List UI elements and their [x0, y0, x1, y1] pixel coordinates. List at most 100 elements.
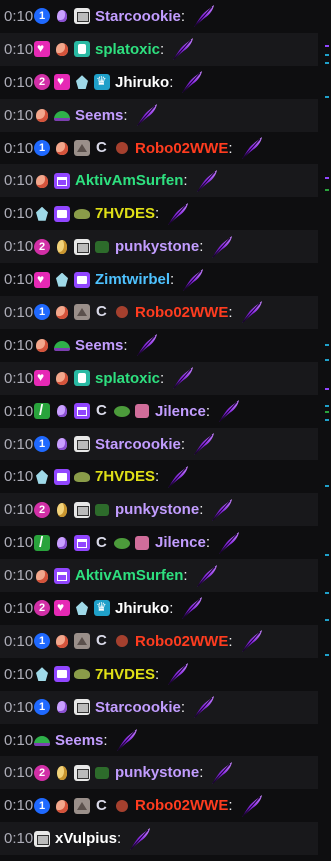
purple-feather-emote-icon[interactable]	[179, 69, 205, 95]
flame-badge-icon[interactable]	[54, 370, 70, 386]
heart-badge-icon[interactable]	[34, 271, 50, 288]
sub-tier-1-badge-icon[interactable]: 1	[34, 436, 50, 453]
chat-username[interactable]: Starcoookie	[95, 436, 181, 453]
heart-badge-icon[interactable]	[34, 41, 50, 58]
chat-username[interactable]: Zimtwirbel	[95, 271, 170, 288]
flame-badge-icon[interactable]	[54, 304, 70, 320]
hat-badge-icon[interactable]	[34, 732, 50, 748]
chat-username[interactable]: AktivAmSurfen	[75, 172, 183, 189]
chat-username[interactable]: AktivAmSurfen	[75, 567, 183, 584]
chat-username[interactable]: xVulpius	[55, 830, 117, 847]
monkey-badge-icon[interactable]	[134, 403, 150, 419]
purple-feather-emote-icon[interactable]	[165, 661, 191, 687]
scroll-mention-marker[interactable]	[325, 419, 329, 421]
scroll-mention-marker[interactable]	[325, 189, 329, 191]
robot-badge-icon[interactable]	[114, 140, 130, 156]
robot-badge-icon[interactable]	[114, 798, 130, 814]
chat-username[interactable]: 7HVDES	[95, 666, 155, 683]
frog-badge-icon[interactable]	[114, 403, 130, 419]
c-badge-icon[interactable]	[94, 797, 110, 814]
monkey-badge-icon[interactable]	[134, 535, 150, 551]
crown-badge-icon[interactable]	[94, 74, 110, 91]
flame-badge-icon[interactable]	[54, 41, 70, 57]
chat-username[interactable]: splatoxic	[95, 41, 160, 58]
purple-gem-badge-icon[interactable]	[54, 8, 70, 24]
prime-badge-icon[interactable]	[74, 271, 90, 288]
scroll-mention-marker[interactable]	[325, 45, 329, 47]
scroll-mention-marker[interactable]	[325, 388, 329, 390]
purple-feather-emote-icon[interactable]	[209, 497, 235, 523]
purple-feather-emote-icon[interactable]	[127, 826, 153, 852]
turtle-badge-icon[interactable]	[74, 206, 90, 222]
flame-badge-icon[interactable]	[54, 140, 70, 156]
purple-gem-badge-icon[interactable]	[54, 535, 70, 551]
scroll-mention-marker[interactable]	[325, 405, 329, 407]
chip-badge-icon[interactable]	[74, 436, 90, 453]
scroll-mention-marker[interactable]	[325, 96, 329, 98]
grey-triangle-badge-icon[interactable]	[74, 140, 90, 156]
chat-username[interactable]: Jhiruko	[115, 74, 169, 91]
sub-tier-1-badge-icon[interactable]: 1	[34, 797, 50, 814]
flame-badge-icon[interactable]	[34, 173, 50, 189]
scroll-mention-marker[interactable]	[325, 654, 329, 656]
purple-feather-emote-icon[interactable]	[114, 727, 140, 753]
purple-feather-emote-icon[interactable]	[134, 332, 160, 358]
purple-gem-badge-icon[interactable]	[54, 436, 70, 452]
flame-badge-icon[interactable]	[34, 107, 50, 123]
grey-triangle-badge-icon[interactable]	[74, 304, 90, 321]
scroll-mention-marker[interactable]	[325, 619, 329, 621]
scroll-mention-marker[interactable]	[325, 177, 329, 179]
flame-badge-icon[interactable]	[54, 633, 70, 649]
crystal-badge-icon[interactable]	[74, 74, 90, 90]
chip-badge-icon[interactable]	[74, 8, 90, 25]
purple-feather-emote-icon[interactable]	[216, 530, 242, 556]
chat-username[interactable]: Jilence	[155, 403, 206, 420]
sub-tier-1-badge-icon[interactable]: 1	[34, 304, 50, 321]
purple-feather-emote-icon[interactable]	[209, 760, 235, 786]
purple-feather-emote-icon[interactable]	[165, 464, 191, 490]
hat-badge-icon[interactable]	[54, 107, 70, 123]
crystal-badge-icon[interactable]	[34, 469, 50, 485]
crystal-badge-icon[interactable]	[54, 272, 70, 288]
chip-badge-icon[interactable]	[34, 830, 50, 847]
robot-badge-icon[interactable]	[114, 304, 130, 320]
purple-feather-emote-icon[interactable]	[170, 36, 196, 62]
teal-badge-icon[interactable]	[74, 370, 90, 387]
grey-triangle-badge-icon[interactable]	[74, 633, 90, 650]
purple-feather-emote-icon[interactable]	[194, 168, 220, 194]
c-badge-icon[interactable]	[94, 402, 110, 419]
sub-tier-1-badge-icon[interactable]: 1	[34, 140, 50, 156]
purple-feather-emote-icon[interactable]	[180, 267, 206, 293]
chip-badge-icon[interactable]	[74, 501, 90, 518]
chat-username[interactable]: punkystone	[115, 764, 199, 781]
purple-feather-emote-icon[interactable]	[239, 299, 265, 325]
flame-badge-icon[interactable]	[34, 337, 50, 353]
purple-feather-emote-icon[interactable]	[216, 398, 242, 424]
chat-username[interactable]: Starcoookie	[95, 8, 181, 25]
sub-tier-2-badge-icon[interactable]: 2	[34, 600, 50, 617]
crystal-badge-icon[interactable]	[34, 666, 50, 682]
purple-feather-emote-icon[interactable]	[170, 365, 196, 391]
chip-badge-icon[interactable]	[74, 764, 90, 781]
chat-username[interactable]: splatoxic	[95, 370, 160, 387]
bear-badge-icon[interactable]	[94, 765, 110, 781]
crown-badge-icon[interactable]	[94, 600, 110, 617]
chip-badge-icon[interactable]	[74, 238, 90, 255]
chat-username[interactable]: 7HVDES	[95, 205, 155, 222]
chat-username[interactable]: Robo02WWE	[135, 304, 228, 321]
crystal-badge-icon[interactable]	[74, 600, 90, 616]
scroll-mention-marker[interactable]	[325, 344, 329, 346]
chat-scrollbar-markers[interactable]	[318, 0, 331, 861]
heart-badge-icon[interactable]	[34, 370, 50, 387]
chat-username[interactable]: Seems	[55, 732, 103, 749]
scroll-mention-marker[interactable]	[325, 54, 329, 56]
bear-badge-icon[interactable]	[94, 502, 110, 518]
egg-badge-icon[interactable]	[54, 765, 70, 781]
purple-feather-emote-icon[interactable]	[209, 234, 235, 260]
gift-badge-icon[interactable]	[54, 172, 70, 189]
chat-username[interactable]: Starcoookie	[95, 699, 181, 716]
grey-triangle-badge-icon[interactable]	[74, 797, 90, 814]
gift-badge-icon[interactable]	[74, 534, 90, 551]
gift-badge-icon[interactable]	[74, 403, 90, 420]
sub-tier-1-badge-icon[interactable]: 1	[34, 699, 50, 716]
